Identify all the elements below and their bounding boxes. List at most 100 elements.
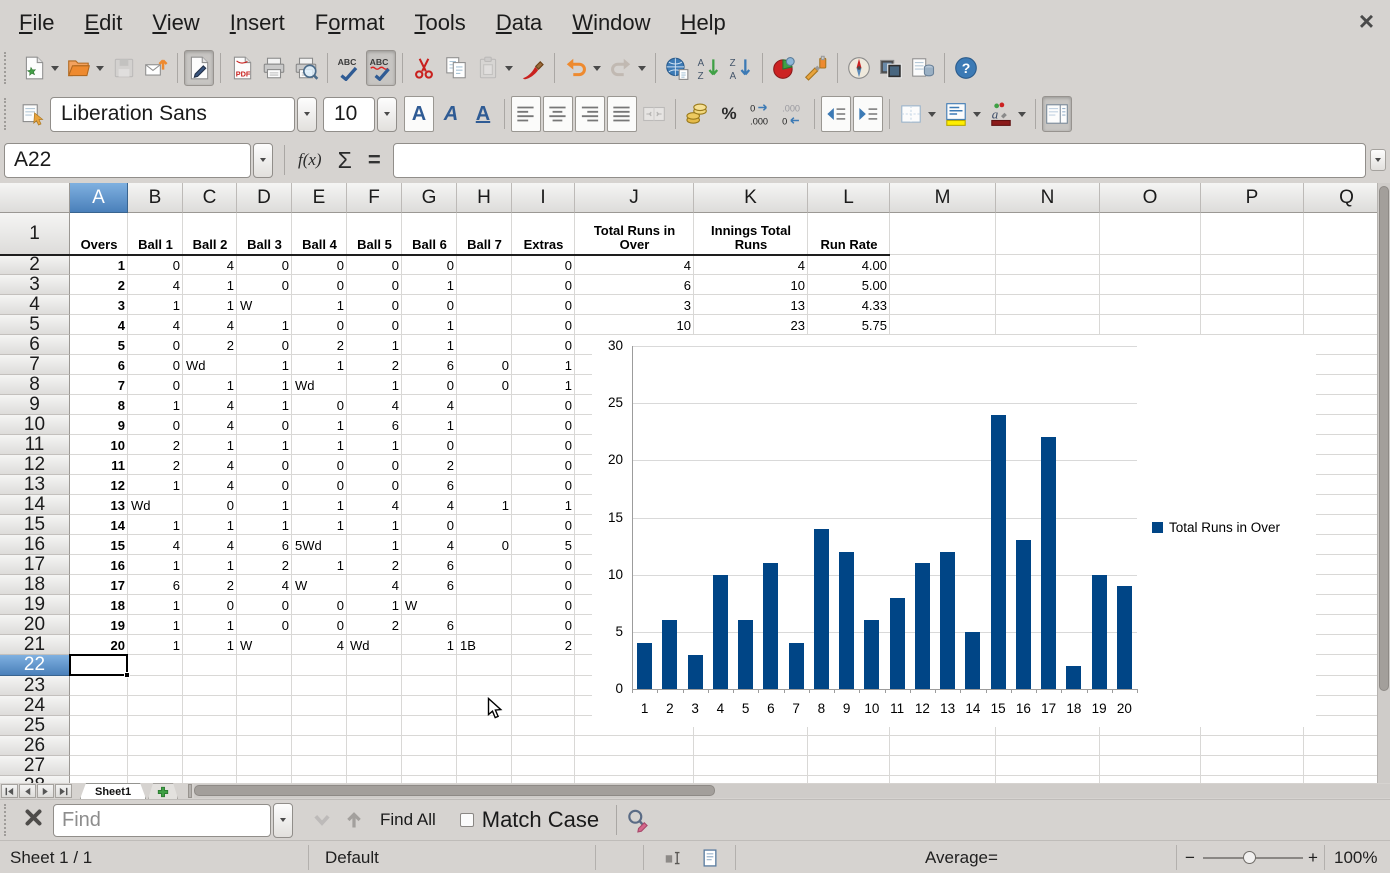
cell-F18[interactable]: 4: [347, 575, 402, 595]
cell-A20[interactable]: 19: [70, 615, 128, 635]
cell-B4[interactable]: 1: [128, 295, 183, 315]
cell-C3[interactable]: 1: [183, 275, 237, 295]
menu-view[interactable]: View: [137, 4, 214, 42]
font-name-combo[interactable]: Liberation Sans: [50, 97, 295, 132]
cell-D11[interactable]: 1: [237, 435, 292, 455]
row-header-14[interactable]: 14: [0, 495, 70, 515]
cell-C4[interactable]: 1: [183, 295, 237, 315]
cell-A16[interactable]: 15: [70, 535, 128, 555]
cell-A5[interactable]: 4: [70, 315, 128, 335]
bold-button[interactable]: A: [404, 96, 434, 132]
cell-A12[interactable]: 11: [70, 455, 128, 475]
menu-insert[interactable]: Insert: [215, 4, 300, 42]
align-justify-button[interactable]: [607, 96, 637, 132]
cell-D14[interactable]: 1: [237, 495, 292, 515]
cell-E18[interactable]: W: [292, 575, 347, 595]
cell-B21[interactable]: 1: [128, 635, 183, 655]
cell-J5[interactable]: 10: [575, 315, 694, 335]
percent-button[interactable]: %: [714, 96, 744, 132]
column-header-Q[interactable]: Q: [1304, 183, 1377, 213]
cell-D8[interactable]: 1: [237, 375, 292, 395]
row-header-8[interactable]: 8: [0, 375, 70, 395]
cell-I19[interactable]: 0: [512, 595, 575, 615]
cell-H8[interactable]: 0: [457, 375, 512, 395]
menu-format[interactable]: Format: [300, 4, 400, 42]
cell-G10[interactable]: 1: [402, 415, 457, 435]
row-header-26[interactable]: 26: [0, 736, 70, 756]
merge-cells-button[interactable]: [639, 96, 669, 132]
cell-C12[interactable]: 4: [183, 455, 237, 475]
print-preview-button[interactable]: [291, 50, 321, 86]
row-header-9[interactable]: 9: [0, 395, 70, 415]
cell-K4[interactable]: 13: [694, 295, 808, 315]
cell-D6[interactable]: 0: [237, 335, 292, 355]
cell-C14[interactable]: 0: [183, 495, 237, 515]
row-header-18[interactable]: 18: [0, 575, 70, 595]
column-header-O[interactable]: O: [1100, 183, 1201, 213]
cell-F9[interactable]: 4: [347, 395, 402, 415]
cell-J2[interactable]: 4: [575, 255, 694, 275]
row-header-1[interactable]: 1: [0, 213, 70, 255]
cell-C2[interactable]: 4: [183, 255, 237, 275]
cell-I6[interactable]: 0: [512, 335, 575, 355]
row-header-25[interactable]: 25: [0, 716, 70, 736]
cell-F3[interactable]: 0: [347, 275, 402, 295]
sort-ascending-button[interactable]: AZ: [694, 50, 724, 86]
menu-help[interactable]: Help: [666, 4, 741, 42]
toolbar-grip[interactable]: [4, 804, 13, 836]
cell-L1[interactable]: Run Rate: [808, 213, 890, 255]
cell-B11[interactable]: 2: [128, 435, 183, 455]
cell-I17[interactable]: 0: [512, 555, 575, 575]
cell-A14[interactable]: 13: [70, 495, 128, 515]
cell-G6[interactable]: 1: [402, 335, 457, 355]
cell-B3[interactable]: 4: [128, 275, 183, 295]
add-sheet-button[interactable]: [148, 783, 178, 799]
row-header-16[interactable]: 16: [0, 535, 70, 555]
horizontal-scrollbar[interactable]: [194, 784, 1390, 798]
menu-edit[interactable]: Edit: [69, 4, 137, 42]
find-history-dropdown[interactable]: [273, 803, 293, 838]
row-header-11[interactable]: 11: [0, 435, 70, 455]
zoom-level-indicator[interactable]: 100%: [1334, 841, 1377, 873]
match-case-label[interactable]: Match Case: [482, 807, 599, 833]
row-header-3[interactable]: 3: [0, 275, 70, 295]
cell-K2[interactable]: 4: [694, 255, 808, 275]
formula-input[interactable]: [393, 143, 1366, 178]
cell-D5[interactable]: 1: [237, 315, 292, 335]
cell-F19[interactable]: 1: [347, 595, 402, 615]
cell-D4[interactable]: W: [237, 295, 292, 315]
cell-B19[interactable]: 1: [128, 595, 183, 615]
cell-I11[interactable]: 0: [512, 435, 575, 455]
cell-G21[interactable]: 1: [402, 635, 457, 655]
cell-C19[interactable]: 0: [183, 595, 237, 615]
cell-G17[interactable]: 6: [402, 555, 457, 575]
cell-F1[interactable]: Ball 5: [347, 213, 402, 255]
match-case-checkbox[interactable]: [460, 813, 474, 827]
cell-F13[interactable]: 0: [347, 475, 402, 495]
chevron-down-icon[interactable]: [1018, 112, 1026, 117]
cell-A18[interactable]: 17: [70, 575, 128, 595]
cell-E19[interactable]: 0: [292, 595, 347, 615]
cell-F10[interactable]: 6: [347, 415, 402, 435]
cell-D3[interactable]: 0: [237, 275, 292, 295]
open-button[interactable]: [64, 50, 94, 86]
cell-H16[interactable]: 0: [457, 535, 512, 555]
cell-I16[interactable]: 5: [512, 535, 575, 555]
font-color-button[interactable]: a: [986, 96, 1016, 132]
column-header-F[interactable]: F: [347, 183, 402, 213]
cell-G3[interactable]: 1: [402, 275, 457, 295]
cell-H7[interactable]: 0: [457, 355, 512, 375]
cell-C8[interactable]: 1: [183, 375, 237, 395]
close-find-bar-button[interactable]: [24, 808, 43, 832]
cell-I8[interactable]: 1: [512, 375, 575, 395]
cell-I20[interactable]: 0: [512, 615, 575, 635]
cell-C21[interactable]: 1: [183, 635, 237, 655]
cell-E11[interactable]: 1: [292, 435, 347, 455]
font-name-dropdown[interactable]: [297, 97, 317, 132]
cell-A10[interactable]: 9: [70, 415, 128, 435]
column-header-A[interactable]: A: [70, 183, 128, 213]
cell-A13[interactable]: 12: [70, 475, 128, 495]
cell-A11[interactable]: 10: [70, 435, 128, 455]
menu-data[interactable]: Data: [481, 4, 557, 42]
cell-B13[interactable]: 1: [128, 475, 183, 495]
